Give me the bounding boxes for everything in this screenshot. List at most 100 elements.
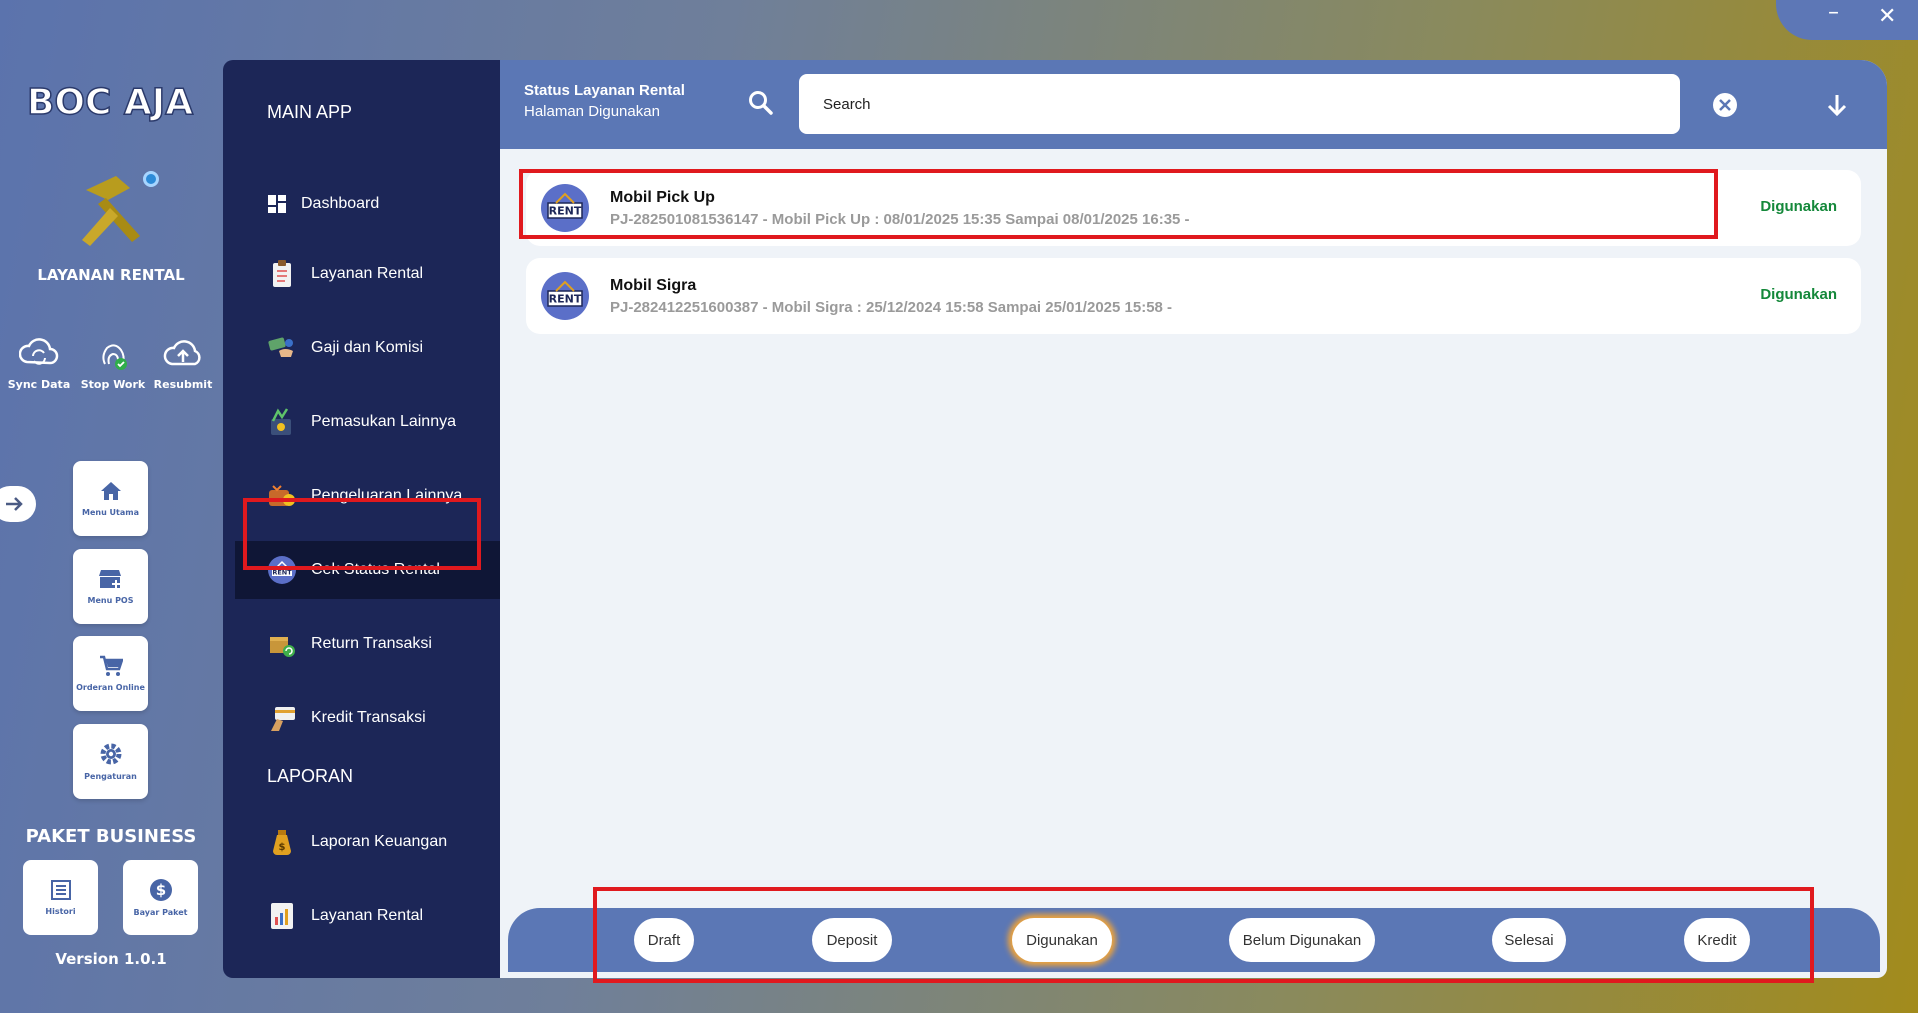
report-icon (267, 901, 297, 931)
section-main-app: MAIN APP (267, 102, 353, 122)
clear-search-icon[interactable] (1712, 92, 1738, 118)
expense-icon (267, 481, 297, 511)
sidebar-item-return-transaksi[interactable]: Return Transaksi (235, 615, 500, 673)
sidebar-item-label: Kredit Transaksi (311, 709, 426, 726)
main-panel: Status Layanan Rental Halaman Digunakan … (500, 60, 1887, 978)
tab-belum-digunakan[interactable]: Belum Digunakan (1229, 918, 1375, 962)
rental-title: Mobil Pick Up (610, 189, 715, 206)
page-subtitle: Halaman Digunakan (524, 103, 660, 120)
rent-icon: RENT (541, 272, 589, 320)
sidebar-item-kredit-transaksi[interactable]: Kredit Transaksi (235, 689, 500, 747)
sidebar-item-gaji-dan-komisi[interactable]: Gaji dan Komisi (235, 319, 500, 377)
main-sidebar: MAIN APP Dashboard Layanan Rental Gaji d… (223, 60, 500, 978)
income-icon (267, 407, 297, 437)
list-icon (50, 880, 71, 900)
rental-title: Mobil Sigra (610, 277, 697, 294)
fingerprint-icon (102, 344, 127, 370)
rent-badge-text: RENT (272, 569, 292, 577)
orderan-online-label: Orderan Online (76, 683, 145, 692)
online-dot (143, 171, 159, 187)
sidebar-item-label: Dashboard (301, 195, 380, 212)
pengaturan-label: Pengaturan (84, 772, 137, 781)
histori-tile[interactable]: Histori (23, 860, 98, 935)
tab-kredit[interactable]: Kredit (1684, 918, 1750, 962)
pengaturan-tile[interactable]: Pengaturan (73, 724, 148, 799)
clipboard-icon (267, 259, 297, 289)
sidebar-item-laporan-layanan-rental[interactable]: Layanan Rental (235, 887, 500, 945)
rental-status: Digunakan (1760, 198, 1837, 215)
menu-utama-label: Menu Utama (81, 508, 139, 517)
credit-card-icon (267, 703, 297, 733)
orderan-online-tile[interactable]: Orderan Online (73, 636, 148, 711)
tab-draft[interactable]: Draft (634, 918, 694, 962)
window-controls: – ✕ (1776, 0, 1918, 40)
package-title: PAKET BUSINESS (25, 826, 197, 847)
version-label: Version 1.0.1 (55, 950, 167, 968)
section-laporan: LAPORAN (267, 766, 354, 786)
sidebar-item-label: Pengeluaran Lainnya (311, 487, 463, 504)
menu-pos-tile[interactable]: Menu POS (73, 549, 148, 624)
stop-work-label: Stop Work (80, 378, 146, 391)
sidebar-item-laporan-keuangan[interactable]: $ Laporan Keuangan (235, 813, 500, 871)
histori-label: Histori (45, 907, 76, 916)
status-tab-bar: Draft Deposit Digunakan Belum Digunakan … (508, 908, 1880, 972)
sidebar-item-label: Cek Status Rental (311, 561, 440, 578)
sidebar-item-label: Return Transaksi (311, 635, 432, 652)
sidebar-item-label: Layanan Rental (311, 265, 424, 282)
rental-card[interactable]: RENT Mobil Sigra PJ-282412251600387 - Mo… (526, 258, 1861, 334)
store-icon (98, 570, 121, 588)
money-bag-icon: $ (267, 827, 297, 857)
left-rail: BOC AJA LAYANAN RENTAL Sync Data Stop Wo… (0, 0, 222, 1013)
rental-description: PJ-282501081536147 - Mobil Pick Up : 08/… (610, 211, 1190, 228)
sidebar-item-cek-status-rental[interactable]: RENT Cek Status Rental (235, 541, 500, 599)
dollar-icon: $ (149, 879, 172, 901)
svg-text:$: $ (155, 881, 165, 899)
cart-icon (99, 655, 123, 676)
minimize-button[interactable]: – (1828, 0, 1839, 25)
resubmit-label: Resubmit (153, 378, 213, 391)
search-input[interactable] (799, 74, 1680, 134)
rental-status: Digunakan (1760, 286, 1837, 303)
return-box-icon (267, 629, 297, 659)
tab-deposit[interactable]: Deposit (812, 918, 892, 962)
menu-utama-tile[interactable]: Menu Utama (73, 461, 148, 536)
page-title: Status Layanan Rental (524, 82, 685, 99)
home-icon (100, 482, 121, 500)
rental-description: PJ-282412251600387 - Mobil Sigra : 25/12… (610, 299, 1173, 316)
dashboard-icon (267, 189, 287, 219)
arrow-right-icon (6, 497, 23, 511)
svg-text:$: $ (279, 842, 286, 853)
tab-digunakan[interactable]: Digunakan (1012, 918, 1112, 962)
arrow-down-icon[interactable] (1825, 92, 1849, 118)
rent-badge-text: RENT (549, 293, 582, 306)
expand-sidebar-button[interactable] (0, 486, 36, 522)
sidebar-item-label: Layanan Rental (311, 907, 424, 924)
search-icon[interactable] (748, 90, 774, 116)
stop-work-button[interactable]: Stop Work (76, 338, 150, 391)
bayar-paket-tile[interactable]: $ Bayar Paket (123, 860, 198, 935)
app-logo: BOC AJA (26, 81, 194, 124)
sync-data-button[interactable]: Sync Data (2, 338, 76, 391)
header-bar: Status Layanan Rental Halaman Digunakan (500, 60, 1887, 149)
sync-icon (19, 338, 59, 365)
sidebar-item-label: Gaji dan Komisi (311, 339, 424, 356)
sidebar-item-label: Pemasukan Lainnya (311, 413, 456, 430)
gear-icon (100, 743, 121, 765)
sidebar-item-dashboard[interactable]: Dashboard (235, 175, 500, 233)
sidebar-item-label: Laporan Keuangan (311, 833, 448, 850)
rent-icon: RENT (541, 184, 589, 232)
rent-icon: RENT (267, 555, 297, 585)
close-button[interactable]: ✕ (1878, 4, 1896, 29)
logo-text: BOC AJA (27, 82, 193, 123)
resubmit-button[interactable]: Resubmit (146, 338, 220, 391)
menu-pos-label: Menu POS (87, 596, 134, 605)
sidebar-item-pemasukan-lainnya[interactable]: Pemasukan Lainnya (235, 393, 500, 451)
sidebar-item-layanan-rental[interactable]: Layanan Rental (235, 245, 500, 303)
tab-selesai[interactable]: Selesai (1492, 918, 1566, 962)
rental-card[interactable]: RENT Mobil Pick Up PJ-282501081536147 - … (526, 170, 1861, 246)
sidebar-item-pengeluaran-lainnya[interactable]: Pengeluaran Lainnya (235, 467, 500, 525)
bayar-paket-label: Bayar Paket (133, 908, 188, 917)
app-name: LAYANAN RENTAL (37, 266, 185, 284)
cloud-upload-icon (163, 340, 201, 366)
sync-data-label: Sync Data (7, 378, 71, 391)
